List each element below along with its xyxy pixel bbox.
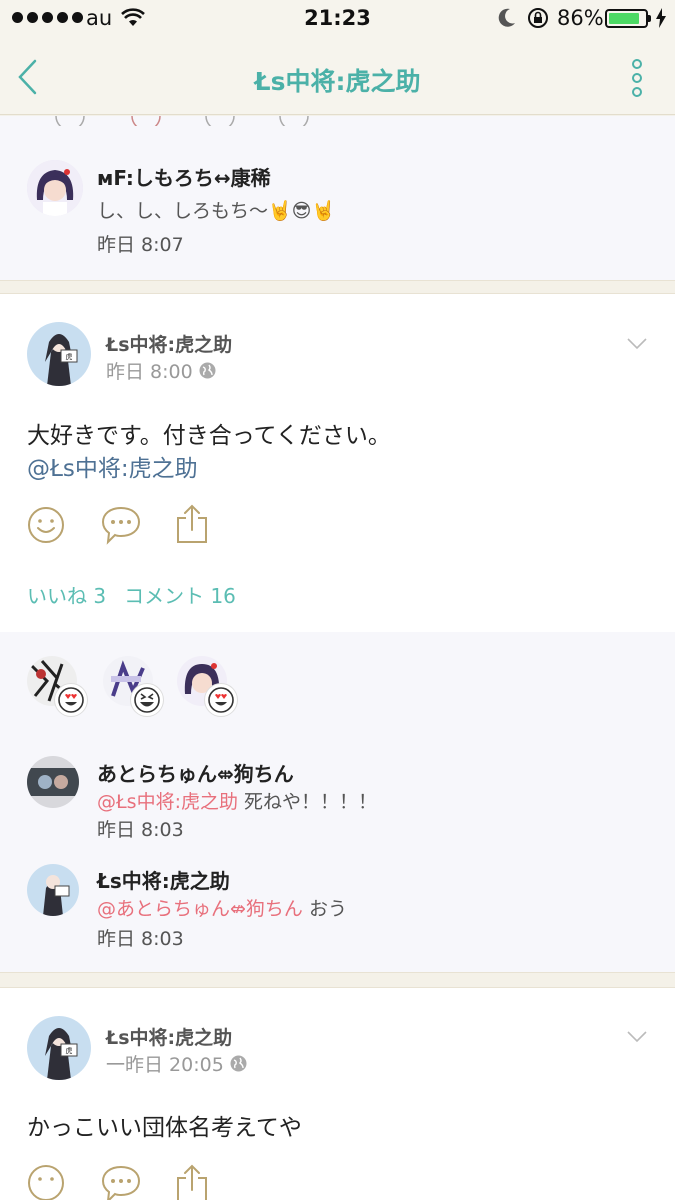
comment-body: おう: [302, 898, 347, 920]
divider: [0, 280, 675, 294]
battery-level-fill: [609, 13, 640, 24]
comment-icon[interactable]: [100, 1164, 142, 1200]
post-time: 一昨日 20:05: [106, 1054, 224, 1076]
post-text: かっこいい団体名考えてや: [27, 1115, 302, 1141]
comment-avatar[interactable]: [27, 864, 79, 916]
page-title: Łs中将:虎之助: [254, 67, 421, 96]
svg-text:虎: 虎: [66, 352, 73, 361]
post-comments: あとらちゅん⇎狗ちん @Łs中将:虎之助 死ねや！！！！ 昨日 8:03 Łs中…: [0, 632, 675, 972]
author-avatar[interactable]: 虎: [27, 1016, 91, 1080]
post-mention-link[interactable]: @Łs中将:虎之助: [27, 449, 198, 483]
globe-icon: [230, 1055, 247, 1072]
share-icon[interactable]: [174, 1164, 210, 1200]
post-time: 昨日 8:00: [106, 361, 193, 383]
post-author[interactable]: Łs中将:虎之助: [106, 1023, 232, 1050]
post-author[interactable]: Łs中将:虎之助: [106, 330, 232, 357]
comment-icon[interactable]: [100, 505, 142, 545]
divider: [0, 972, 675, 988]
charging-bolt-icon: [656, 8, 666, 28]
comment-time: 昨日 8:03: [97, 819, 184, 841]
comment-author[interactable]: あとらちゅん⇎狗ちん: [97, 758, 294, 787]
comment-text: し、し、しろもち〜🤘😎🤘: [97, 200, 336, 222]
chevron-down-icon[interactable]: [627, 338, 647, 350]
post-meta: 昨日 8:00: [106, 357, 216, 384]
comment-mention[interactable]: @あとらちゅん⇎狗ちん: [97, 898, 303, 920]
comment-text: @Łs中将:虎之助 死ねや！！！！: [97, 787, 377, 814]
smile-reaction-icon[interactable]: [27, 506, 65, 544]
comment-text: @あとらちゅん⇎狗ちん おう: [97, 894, 347, 921]
post-card: 虎 Łs中将:虎之助 一昨日 20:05 かっこいい団体名考えてや: [0, 988, 675, 1200]
globe-icon: [199, 362, 216, 379]
comment-avatar[interactable]: [27, 756, 79, 808]
post-text: 大好きです。付き合ってください。: [27, 423, 391, 449]
svg-text:虎: 虎: [66, 1046, 73, 1055]
comment-mention[interactable]: @Łs中将:虎之助: [97, 791, 238, 813]
share-icon[interactable]: [174, 504, 210, 544]
rotation-lock-icon: [528, 8, 548, 28]
battery-percent: 86%: [557, 6, 604, 30]
post-counts: いいね 3 コメント 16: [27, 580, 236, 609]
battery-tip: [648, 15, 651, 22]
post-meta: 一昨日 20:05: [106, 1050, 247, 1077]
author-avatar[interactable]: 虎: [27, 322, 91, 386]
smile-reaction-icon[interactable]: [27, 1164, 65, 1200]
comment-author[interactable]: Łs中将:虎之助: [97, 865, 230, 894]
navigation-bar: Łs中将:虎之助: [0, 38, 675, 115]
status-bar: au 21:23 86%: [0, 0, 675, 38]
post-card: 虎 Łs中将:虎之助 昨日 8:00 大好きです。付き合ってください。 @Łs中…: [0, 294, 675, 632]
reaction-avatars-cut: [55, 116, 309, 126]
heart-eyes-reaction-icon: [55, 684, 87, 716]
chevron-down-icon[interactable]: [627, 1031, 647, 1043]
comment-time: 昨日 8:03: [97, 928, 184, 950]
battery-icon: [605, 9, 648, 28]
laughing-reaction-icon: [131, 684, 163, 716]
moon-icon: [498, 8, 515, 27]
heart-eyes-reaction-icon: [205, 684, 237, 716]
comment-time: 昨日 8:07: [97, 234, 184, 256]
comment-author[interactable]: ᴍF:しもろち↔康稀: [97, 162, 271, 191]
previous-post-comments: ᴍF:しもろち↔康稀 し、し、しろもち〜🤘😎🤘 昨日 8:07: [0, 116, 675, 280]
avatar[interactable]: [27, 160, 83, 216]
likes-count[interactable]: いいね 3: [27, 580, 106, 609]
comment-body: 死ねや！！！！: [237, 791, 378, 813]
vertical-dots-icon[interactable]: [628, 58, 646, 98]
comments-count[interactable]: コメント 16: [124, 580, 236, 609]
